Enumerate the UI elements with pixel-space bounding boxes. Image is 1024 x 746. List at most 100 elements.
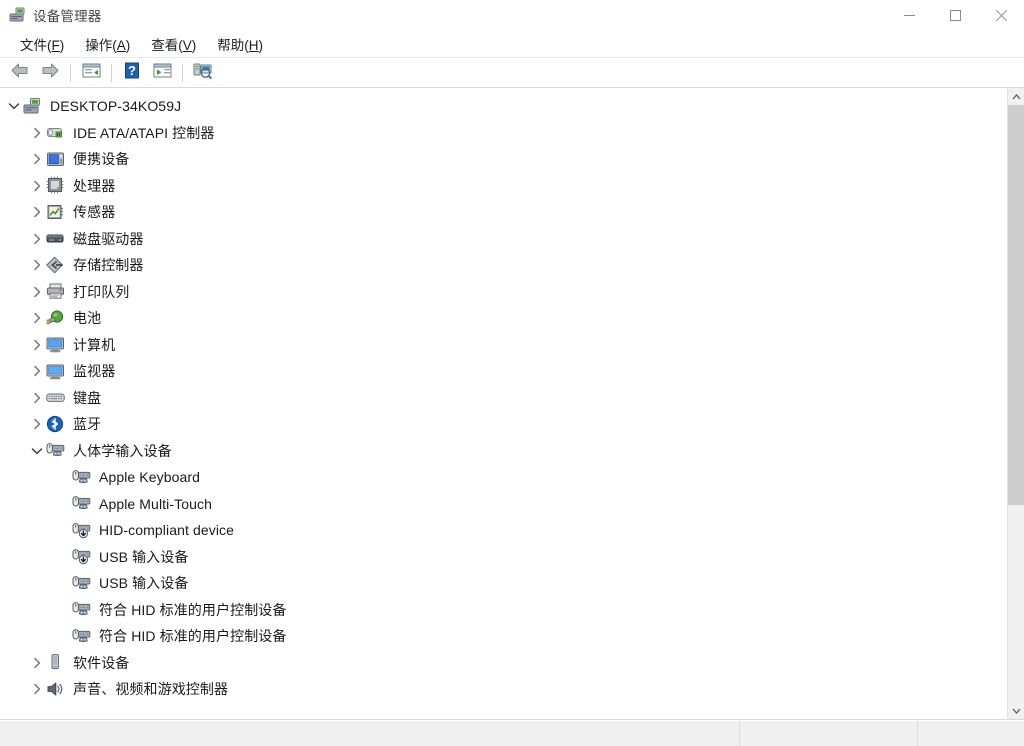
tree-row-label: 便携设备: [73, 151, 130, 168]
chevron-down-icon[interactable]: [5, 93, 23, 119]
menu-help[interactable]: 帮助(H): [207, 31, 274, 57]
sound-video-game-icon: [46, 680, 65, 699]
tree-row[interactable]: 存储控制器: [0, 252, 1007, 279]
tree-row[interactable]: 电池: [0, 305, 1007, 332]
tree-row[interactable]: 处理器: [0, 173, 1007, 200]
tree-row[interactable]: 符合 HID 标准的用户控制设备: [0, 597, 1007, 624]
battery-icon: [46, 309, 65, 328]
chevron-right-icon[interactable]: [28, 358, 46, 384]
hid-device-icon: [72, 600, 91, 619]
scan-hardware-changes-icon: [193, 61, 213, 84]
computer-root-icon: [23, 97, 42, 116]
bluetooth-icon: [46, 415, 65, 434]
disk-drive-icon: [46, 229, 65, 248]
content-area: DESKTOP-34KO59J IDE ATA/ATAPI 控制器 便携设备处理器传…: [0, 88, 1024, 720]
back-button[interactable]: [5, 60, 35, 86]
tree-row-label: HID-compliant device: [99, 522, 235, 539]
close-button[interactable]: [978, 0, 1024, 30]
menu-action[interactable]: 操作(A): [75, 31, 141, 57]
tree-row[interactable]: 软件设备: [0, 650, 1007, 677]
tree-row-label: Apple Keyboard: [99, 469, 201, 486]
tree-row[interactable]: IDE ATA/ATAPI 控制器: [0, 120, 1007, 147]
tree-row-label: 磁盘驱动器: [73, 230, 144, 247]
tree-row[interactable]: Apple Keyboard: [0, 464, 1007, 491]
tree-row-label: 声音、视频和游戏控制器: [73, 681, 229, 698]
tree-row[interactable]: 蓝牙: [0, 411, 1007, 438]
device-tree[interactable]: DESKTOP-34KO59J IDE ATA/ATAPI 控制器 便携设备处理器传…: [0, 88, 1007, 719]
chevron-right-icon[interactable]: [28, 332, 46, 358]
status-pane-1: [0, 720, 740, 746]
chevron-right-icon[interactable]: [28, 252, 46, 278]
minimize-button[interactable]: [886, 0, 932, 30]
hid-device-download-icon: [72, 521, 91, 540]
vertical-scrollbar[interactable]: [1007, 88, 1024, 719]
device-manager-window: 设备管理器 文件(F) 操作(A) 查看(V) 帮助(H) ? DESKTOP-…: [0, 0, 1024, 746]
tree-row[interactable]: 监视器: [0, 358, 1007, 385]
hid-device-icon: [72, 468, 91, 487]
chevron-right-icon[interactable]: [28, 650, 46, 676]
tree-row[interactable]: HID-compliant device: [0, 517, 1007, 544]
scrollbar-thumb[interactable]: [1008, 105, 1024, 505]
chevron-right-icon[interactable]: [28, 279, 46, 305]
chevron-right-icon[interactable]: [28, 676, 46, 702]
properties-icon: [153, 62, 172, 84]
tree-row-label: USB 输入设备: [99, 548, 189, 565]
tree-row-label: IDE ATA/ATAPI 控制器: [73, 124, 215, 141]
chevron-right-icon[interactable]: [28, 226, 46, 252]
minimize-icon: [903, 14, 915, 16]
show-hide-console-tree-button[interactable]: [76, 60, 106, 86]
portable-device-icon: [46, 150, 65, 169]
menu-file[interactable]: 文件(F): [10, 31, 75, 57]
toolbar: ?: [0, 58, 1024, 88]
tree-row[interactable]: USB 输入设备: [0, 544, 1007, 571]
tree-root-row[interactable]: DESKTOP-34KO59J: [0, 93, 1007, 120]
tree-row[interactable]: USB 输入设备: [0, 570, 1007, 597]
tree-row[interactable]: 符合 HID 标准的用户控制设备: [0, 623, 1007, 650]
chevron-right-icon[interactable]: [28, 411, 46, 437]
menu-view[interactable]: 查看(V): [141, 31, 207, 57]
tree-row[interactable]: 人体学输入设备: [0, 438, 1007, 465]
status-pane-3: [918, 721, 1024, 746]
chevron-right-icon[interactable]: [28, 173, 46, 199]
hid-device-download-icon: [72, 547, 91, 566]
tree-row[interactable]: Apple Multi-Touch: [0, 491, 1007, 518]
help-button[interactable]: ?: [117, 60, 147, 86]
chevron-right-icon[interactable]: [28, 199, 46, 225]
scroll-down-button[interactable]: [1008, 702, 1024, 719]
tree-row[interactable]: 键盘: [0, 385, 1007, 412]
scan-hardware-changes-button[interactable]: [188, 60, 218, 86]
chevron-right-icon[interactable]: [28, 120, 46, 146]
tree-row-label: 软件设备: [73, 654, 130, 671]
title-bar-left: 设备管理器: [0, 5, 102, 25]
tree-row[interactable]: 计算机: [0, 332, 1007, 359]
maximize-button[interactable]: [932, 0, 978, 30]
tree-row-label: 键盘: [73, 389, 102, 406]
scrollbar-track[interactable]: [1008, 105, 1024, 702]
close-icon: [995, 9, 1008, 22]
tree-row-label: 符合 HID 标准的用户控制设备: [99, 628, 287, 645]
chevron-right-icon[interactable]: [28, 385, 46, 411]
tree-row[interactable]: 声音、视频和游戏控制器: [0, 676, 1007, 703]
chevron-down-icon[interactable]: [28, 438, 46, 464]
help-icon: ?: [124, 62, 140, 84]
tree-row-label: 人体学输入设备: [73, 442, 172, 459]
tree-row-label: Apple Multi-Touch: [99, 495, 212, 512]
scroll-up-button[interactable]: [1008, 88, 1024, 105]
keyboard-icon: [46, 388, 65, 407]
tree-row[interactable]: 传感器: [0, 199, 1007, 226]
menu-bar: 文件(F) 操作(A) 查看(V) 帮助(H): [0, 30, 1024, 58]
storage-controller-icon: [46, 256, 65, 275]
properties-button[interactable]: [147, 60, 177, 86]
hid-device-icon: [72, 627, 91, 646]
tree-row[interactable]: 打印队列: [0, 279, 1007, 306]
forward-button[interactable]: [35, 60, 65, 86]
chevron-right-icon[interactable]: [28, 146, 46, 172]
tree-row[interactable]: 便携设备: [0, 146, 1007, 173]
computer-icon: [46, 335, 65, 354]
monitor-icon: [46, 362, 65, 381]
tree-row-label: 符合 HID 标准的用户控制设备: [99, 601, 287, 618]
status-pane-2: [740, 720, 918, 746]
tree-row[interactable]: 磁盘驱动器: [0, 226, 1007, 253]
back-arrow-icon: [10, 62, 30, 84]
chevron-right-icon[interactable]: [28, 305, 46, 331]
